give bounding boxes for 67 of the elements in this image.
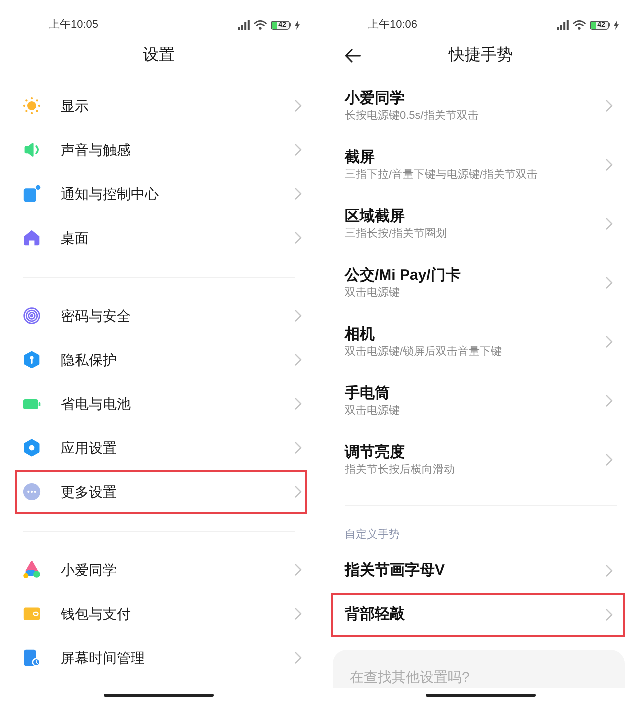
gesture-item[interactable]: 调节亮度 指关节长按后横向滑动	[331, 430, 625, 489]
chevron-right-icon	[606, 218, 613, 230]
signal-icon	[238, 20, 250, 30]
more-dots-icon	[23, 483, 41, 501]
chevron-right-icon	[295, 486, 302, 498]
chevron-right-icon	[295, 652, 302, 664]
chevron-right-icon	[295, 354, 302, 366]
back-arrow-icon	[345, 49, 361, 63]
chevron-right-icon	[295, 232, 302, 244]
screen-title: 设置	[143, 46, 175, 66]
notification-square-icon	[23, 185, 41, 203]
settings-item[interactable]: 显示	[15, 84, 307, 128]
chevron-right-icon	[606, 100, 613, 112]
charging-bolt-icon	[295, 20, 300, 30]
wifi-icon	[572, 20, 586, 30]
settings-item[interactable]: 隐私保护	[15, 338, 307, 382]
chevron-right-icon	[295, 442, 302, 454]
chevron-right-icon	[606, 336, 613, 348]
chevron-right-icon	[606, 158, 613, 170]
chevron-right-icon	[606, 609, 613, 621]
gear-icon	[23, 439, 41, 457]
status-time: 上午10:05	[49, 18, 99, 32]
sun-icon	[23, 97, 41, 115]
charging-bolt-icon	[614, 20, 619, 30]
settings-item[interactable]: 更多设置	[15, 470, 307, 514]
phone-clock-icon	[23, 649, 41, 667]
wifi-icon	[254, 20, 266, 30]
home-icon	[23, 229, 41, 247]
section-header: 自定义手势	[345, 528, 400, 543]
gesture-item[interactable]: 公交/Mi Pay/门卡 双击电源键	[331, 253, 625, 312]
gesture-item[interactable]: 小爱同学 长按电源键0.5s/指关节双击	[331, 76, 625, 135]
chevron-right-icon	[295, 608, 302, 620]
settings-item[interactable]: 声音与触感	[15, 128, 307, 172]
gesture-item[interactable]: 指关节画字母V	[331, 549, 625, 593]
shield-icon	[23, 351, 41, 369]
chevron-right-icon	[295, 398, 302, 410]
wallet-icon	[23, 605, 41, 623]
gesture-item[interactable]: 区域截屏 三指长按/指关节圈划	[331, 194, 625, 253]
signal-icon	[556, 20, 568, 30]
settings-item[interactable]: 钱包与支付	[15, 592, 307, 636]
settings-item[interactable]: 桌面	[15, 216, 307, 260]
gesture-item[interactable]: 相机 双击电源键/锁屏后双击音量下键	[331, 312, 625, 371]
status-time: 上午10:06	[368, 18, 418, 32]
settings-item[interactable]: 屏幕时间管理	[15, 636, 307, 680]
back-button[interactable]	[345, 49, 361, 63]
settings-item[interactable]: 省电与电池	[15, 382, 307, 426]
gesture-item[interactable]: 背部轻敲	[331, 593, 625, 637]
chevron-right-icon	[295, 144, 302, 156]
chevron-right-icon	[606, 565, 613, 577]
battery-icon	[23, 398, 41, 410]
settings-item[interactable]: 应用设置	[15, 426, 307, 470]
assistant-logo-icon	[23, 561, 41, 579]
settings-item[interactable]: 小爱同学	[15, 548, 307, 592]
settings-item[interactable]: 通知与控制中心	[15, 172, 307, 216]
fingerprint-icon	[23, 307, 41, 325]
gesture-item[interactable]: 截屏 三指下拉/音量下键与电源键/指关节双击	[331, 135, 625, 194]
chevron-right-icon	[606, 276, 613, 288]
chevron-right-icon	[295, 564, 302, 576]
speaker-icon	[23, 141, 41, 159]
gesture-item[interactable]: 手电筒 双击电源键	[331, 371, 625, 430]
chevron-right-icon	[606, 394, 613, 406]
chevron-right-icon	[295, 310, 302, 322]
chevron-right-icon	[606, 454, 613, 466]
settings-item[interactable]: 密码与安全	[15, 294, 307, 338]
chevron-right-icon	[295, 188, 302, 200]
screen-title: 快捷手势	[449, 46, 513, 66]
chevron-right-icon	[295, 100, 302, 112]
